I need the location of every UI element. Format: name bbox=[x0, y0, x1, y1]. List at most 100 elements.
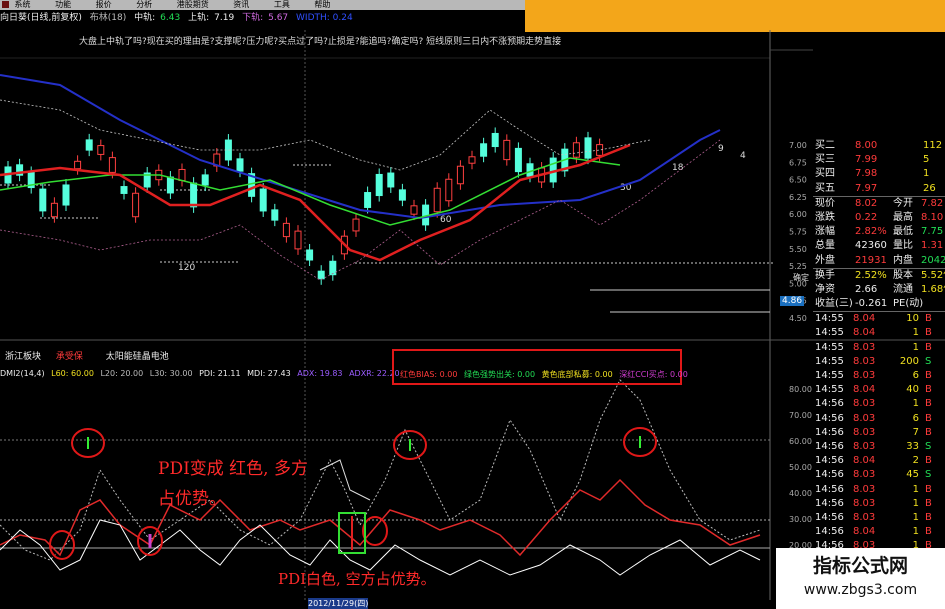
tick-side: B bbox=[925, 526, 932, 538]
stat-row: 换手 2.52% 股本 5.52亿 bbox=[813, 267, 945, 283]
stat-label: 现价 bbox=[815, 197, 835, 209]
signal-bottom: 黄色底部私募: 0.00 bbox=[541, 370, 613, 379]
stat-value: 2.66 bbox=[855, 283, 878, 295]
sector-zhejiang[interactable]: 浙江板块 bbox=[5, 352, 41, 362]
candle-body bbox=[364, 192, 372, 208]
candle-body bbox=[433, 187, 441, 213]
candle-body bbox=[526, 163, 534, 177]
stat-value: 20429 bbox=[921, 254, 945, 266]
signal-strong: 绿色强势出关: 0.00 bbox=[464, 370, 536, 379]
candle-body bbox=[445, 178, 453, 202]
tick-price: 8.03 bbox=[853, 440, 876, 452]
tick-row: 14:55 8.04 40 B bbox=[813, 383, 945, 397]
stat-label: 净资 bbox=[815, 283, 835, 295]
price-axis-label: 6.00 bbox=[789, 210, 807, 219]
watermark-title: 指标公式网 bbox=[812, 555, 908, 577]
price-axis-label: 4.50 bbox=[789, 314, 807, 323]
price-axis-label: 6.50 bbox=[789, 176, 807, 185]
candle-body bbox=[572, 142, 580, 158]
stat-row: 现价 8.02 今开 7.82 bbox=[813, 195, 945, 211]
tick-time: 14:56 bbox=[815, 440, 844, 452]
tick-side: B bbox=[925, 483, 932, 495]
stat-label: 涨跌 bbox=[815, 211, 835, 223]
sector-labels: 浙江板块 承受保 太阳能硅晶电池 bbox=[5, 349, 169, 362]
stat-value: 8.10 bbox=[921, 211, 944, 223]
tick-volume: 1 bbox=[912, 526, 919, 538]
candle-body bbox=[514, 147, 522, 173]
annotation-pdi-red-1: PDI变成 红色, 多方 bbox=[158, 459, 308, 479]
tick-volume: 1 bbox=[912, 341, 919, 353]
tick-time: 14:55 bbox=[815, 327, 844, 339]
stat-label: 量比 bbox=[893, 240, 913, 252]
price-axis-label: 5.50 bbox=[789, 245, 807, 254]
stat-row: 涨跌 0.22 最高 8.10 bbox=[813, 211, 945, 225]
tick-row: 14:55 8.04 10 B bbox=[813, 311, 945, 326]
stat-value: 42360 bbox=[855, 240, 887, 252]
tick-volume: 7 bbox=[912, 426, 919, 438]
watermark: 指标公式网 www.zbgs3.com bbox=[776, 548, 945, 609]
tick-side: B bbox=[925, 327, 932, 339]
stat-label: 外盘 bbox=[815, 254, 835, 266]
stat-value: 8.02 bbox=[855, 197, 878, 209]
candle-body bbox=[271, 209, 279, 221]
signal-cci: 深红CCI买点: 0.00 bbox=[619, 370, 688, 379]
bid-volume: 1 bbox=[923, 168, 930, 180]
tick-row: 14:56 8.03 1 B bbox=[813, 483, 945, 497]
tick-time: 14:55 bbox=[815, 370, 844, 381]
stat-label: 总量 bbox=[815, 240, 835, 252]
quote-panel: 买二 8.00 112 买三 7.99 5 买四 7.98 1 买五 7.97 26 现价 8.02 今开 7… bbox=[813, 139, 945, 568]
dmi-l30: L30: 30.00 bbox=[149, 369, 193, 378]
tick-price: 8.04 bbox=[853, 327, 876, 339]
tick-price: 8.03 bbox=[853, 398, 876, 410]
candle-body bbox=[85, 139, 93, 151]
tick-volume: 45 bbox=[906, 469, 919, 481]
tick-side: S bbox=[925, 469, 932, 481]
tick-volume: 2 bbox=[912, 455, 919, 467]
candle-body bbox=[503, 139, 511, 161]
sector-solar[interactable]: 太阳能硅晶电池 bbox=[106, 352, 169, 362]
sector-tag[interactable]: 承受保 bbox=[56, 352, 83, 362]
ma-120-line bbox=[0, 74, 721, 220]
stat-value: 21931 bbox=[855, 254, 887, 266]
bid-volume: 26 bbox=[923, 182, 936, 194]
dmi-pdi: PDI: 21.11 bbox=[199, 369, 241, 378]
stat-row: 总量 42360 量比 1.31 bbox=[813, 239, 945, 253]
bid-price: 7.97 bbox=[855, 182, 878, 194]
tick-row: 14:55 8.04 1 B bbox=[813, 326, 945, 340]
candle-body bbox=[456, 165, 464, 185]
bid-label: 买五 bbox=[815, 182, 835, 194]
candle-body bbox=[468, 156, 476, 164]
stat-label: 最低 bbox=[893, 226, 913, 238]
candle-body bbox=[306, 249, 314, 261]
stat-label: 内盘 bbox=[893, 254, 913, 266]
tick-time: 14:56 bbox=[815, 412, 844, 424]
bid-label: 买三 bbox=[815, 154, 835, 166]
dmi-axis-label: 50.00 bbox=[789, 463, 812, 472]
dmi-axis-label: 70.00 bbox=[789, 411, 812, 420]
dmi-l60: L60: 60.00 bbox=[51, 369, 94, 378]
candle-body bbox=[410, 205, 418, 215]
dmi-chart[interactable]: 80.0070.0060.0050.0040.0030.0020.00 bbox=[0, 379, 812, 576]
tick-time: 14:55 bbox=[815, 313, 844, 325]
tick-side: B bbox=[925, 412, 932, 424]
candle-body bbox=[317, 270, 325, 280]
stat-row: 涨幅 2.82% 最低 7.75 bbox=[813, 225, 945, 239]
stat-label: 股本 bbox=[893, 269, 913, 281]
tick-row: 14:56 8.03 1 B bbox=[813, 497, 945, 511]
signal-circle bbox=[49, 530, 75, 560]
annotation-pdi-white: PDI白色, 空方占优势。 bbox=[278, 570, 436, 588]
tick-side: B bbox=[925, 426, 932, 438]
tick-side: B bbox=[925, 511, 932, 523]
dmi-name[interactable]: DMI2(14,4) bbox=[0, 369, 45, 378]
price-axis-label: 7.00 bbox=[789, 141, 807, 150]
cursor-tag: 确定 bbox=[793, 272, 809, 282]
tick-price: 8.04 bbox=[853, 313, 876, 325]
candle-body bbox=[375, 173, 383, 197]
stat-label: 收益(三) bbox=[815, 298, 853, 310]
price-axis-label: 5.75 bbox=[789, 228, 807, 237]
stat-value: 2.82% bbox=[855, 226, 887, 238]
tick-volume: 1 bbox=[912, 511, 919, 523]
dmi-axis-label: 80.00 bbox=[789, 385, 812, 394]
date-tag: 2012/11/29(四) bbox=[308, 598, 369, 609]
bid-price: 8.00 bbox=[855, 140, 878, 151]
